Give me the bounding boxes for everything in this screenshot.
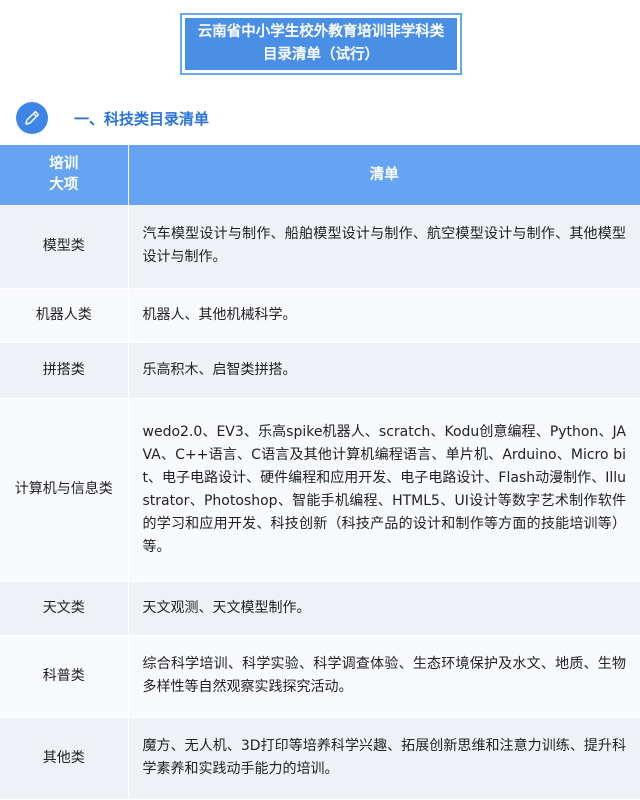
catalog-table: 培训 大项 清单 模型类 汽车模型设计与制作、船舶模型设计与制作、航空模型设计与… bbox=[0, 145, 640, 800]
table-header-row: 培训 大项 清单 bbox=[0, 145, 640, 205]
table-row: 科普类 综合科学培训、科学实验、科学调查体验、生态环境保护及水文、地质、生物多样… bbox=[0, 635, 640, 718]
header-category-line1: 培训 bbox=[49, 156, 79, 172]
document-title-line2: 目录清单（试行） bbox=[263, 47, 379, 63]
header-category-line2: 大项 bbox=[49, 177, 79, 193]
row-category: 拼搭类 bbox=[0, 342, 129, 399]
row-items: 乐高积木、启智类拼搭。 bbox=[128, 342, 640, 399]
row-category: 模型类 bbox=[0, 205, 129, 289]
row-category: 计算机与信息类 bbox=[0, 398, 129, 582]
row-category: 其他类 bbox=[0, 717, 129, 800]
row-items: 汽车模型设计与制作、船舶模型设计与制作、航空模型设计与制作、其他模型设计与制作。 bbox=[128, 205, 640, 289]
row-category: 机器人类 bbox=[0, 288, 129, 343]
table-row: 天文类 天文观测、天文模型制作。 bbox=[0, 581, 640, 636]
row-category: 科普类 bbox=[0, 635, 129, 718]
table-row: 其他类 魔方、无人机、3D打印等培养科学兴趣、拓展创新思维和注意力训练、提升科学… bbox=[0, 717, 640, 800]
row-items: 天文观测、天文模型制作。 bbox=[128, 581, 640, 636]
section-header: 一、科技类目录清单 bbox=[16, 102, 209, 134]
document-title-line1: 云南省中小学生校外教育培训非学科类 bbox=[197, 24, 445, 40]
table-row: 计算机与信息类 wedo2.0、EV3、乐高spike机器人、scratch、K… bbox=[0, 398, 640, 582]
row-category: 天文类 bbox=[0, 581, 129, 636]
document-title-box: 云南省中小学生校外教育培训非学科类 目录清单（试行） bbox=[180, 13, 462, 75]
header-list: 清单 bbox=[128, 145, 640, 205]
pencil-icon bbox=[16, 102, 48, 134]
row-items: wedo2.0、EV3、乐高spike机器人、scratch、Kodu创意编程、… bbox=[128, 398, 640, 582]
table-row: 机器人类 机器人、其他机械科学。 bbox=[0, 288, 640, 343]
header-category: 培训 大项 bbox=[0, 145, 129, 205]
row-items: 综合科学培训、科学实验、科学调查体验、生态环境保护及水文、地质、生物多样性等自然… bbox=[128, 635, 640, 718]
section-title: 一、科技类目录清单 bbox=[74, 109, 210, 128]
row-items: 魔方、无人机、3D打印等培养科学兴趣、拓展创新思维和注意力训练、提升科学素养和实… bbox=[128, 717, 640, 800]
table-row: 拼搭类 乐高积木、启智类拼搭。 bbox=[0, 342, 640, 399]
row-items: 机器人、其他机械科学。 bbox=[128, 288, 640, 343]
table-row: 模型类 汽车模型设计与制作、船舶模型设计与制作、航空模型设计与制作、其他模型设计… bbox=[0, 205, 640, 289]
document-title: 云南省中小学生校外教育培训非学科类 目录清单（试行） bbox=[185, 18, 457, 70]
